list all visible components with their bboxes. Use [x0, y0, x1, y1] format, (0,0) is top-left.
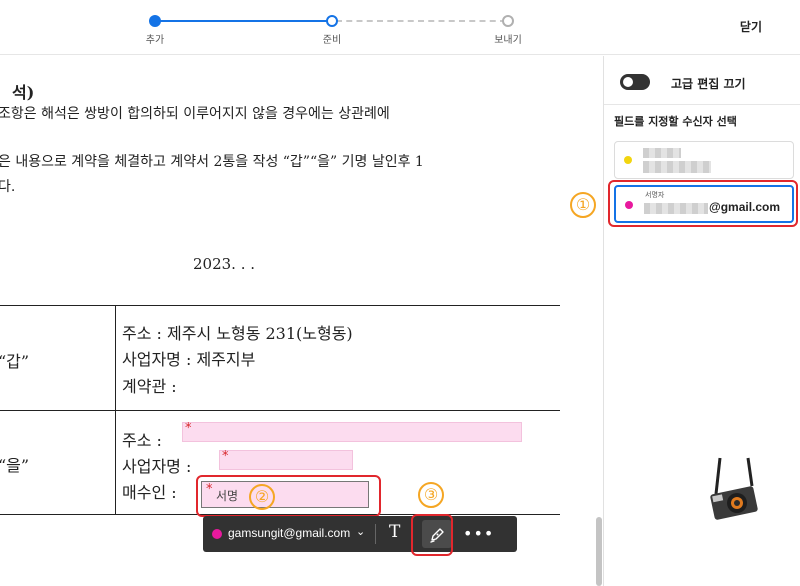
- chevron-down-icon[interactable]: ⌄: [356, 525, 365, 538]
- required-marker: *: [222, 449, 229, 464]
- camera-illustration: [710, 457, 758, 520]
- step-send-label[interactable]: 보내기: [478, 31, 538, 46]
- annotation-badge-2: ②: [249, 484, 275, 510]
- close-button[interactable]: 닫기: [740, 18, 762, 35]
- field-toolbar: gamsungit@gmail.com ⌄ T •••: [203, 516, 517, 552]
- step-prepare-dot[interactable]: [326, 15, 338, 27]
- required-marker: *: [185, 421, 192, 436]
- party-b-business-label: 사업자명 :: [122, 457, 192, 476]
- address-field[interactable]: *: [182, 421, 522, 442]
- doc-paragraph-line: 다.: [0, 179, 16, 195]
- more-options-icon[interactable]: •••: [463, 524, 494, 543]
- table-row-divider: [0, 410, 560, 411]
- step-add-dot[interactable]: [149, 15, 161, 27]
- recipients-heading: 필드를 지정할 수신자 선택: [614, 115, 737, 128]
- recipient-item[interactable]: [614, 141, 794, 179]
- right-panel: 고급 편집 끄기 필드를 지정할 수신자 선택 서명자 @gmail.com: [603, 56, 800, 586]
- annotation-badge-1: ①: [570, 192, 596, 218]
- step-add-label[interactable]: 추가: [125, 31, 185, 46]
- party-a-official: 계약관 :: [122, 377, 177, 396]
- advanced-edit-label: 고급 편집 끄기: [671, 77, 746, 91]
- signature-field-highlight: [196, 475, 381, 517]
- party-a-address: 주소 : 제주시 노형동 231(노형동): [122, 324, 353, 343]
- signature-tool-highlight: [411, 514, 453, 556]
- party-a-label: “갑”: [0, 352, 30, 371]
- table-column-divider: [115, 306, 116, 514]
- step-prepare-label[interactable]: 준비: [302, 31, 362, 46]
- doc-paragraph-line: 은 내용으로 계약을 체결하고 계약서 2통을 작성 “갑”“을” 기명 날인후…: [0, 154, 424, 170]
- panel-divider: [604, 104, 800, 105]
- recipient-color-dot: [624, 156, 632, 164]
- contract-date: 2023. . .: [193, 255, 256, 273]
- toggle-knob: [623, 77, 633, 87]
- annotation-badge-3: ③: [418, 482, 444, 508]
- recipient-highlight: [608, 180, 798, 227]
- party-b-address-label: 주소 :: [122, 431, 162, 450]
- business-name-field[interactable]: *: [219, 449, 353, 470]
- step-send-dot[interactable]: [502, 15, 514, 27]
- progress-track-complete: [155, 20, 331, 22]
- party-b-label: “을”: [0, 456, 30, 475]
- doc-heading: 석): [12, 83, 35, 102]
- advanced-edit-toggle[interactable]: [620, 74, 650, 90]
- redacted-name: [643, 148, 681, 158]
- progress-track-pending: [336, 20, 506, 22]
- recipient-color-dot: [212, 529, 222, 539]
- toolbar-divider: [375, 524, 376, 544]
- text-field-tool-icon[interactable]: T: [389, 522, 400, 542]
- top-bar: 추가 준비 보내기 닫기: [0, 0, 800, 55]
- recipient-selector[interactable]: gamsungit@gmail.com: [228, 526, 350, 540]
- redacted-email: [643, 161, 711, 173]
- doc-paragraph-line: 조항은 해석은 쌍방이 합의하되 이루어지지 않을 경우에는 상관례에: [0, 106, 390, 122]
- document-scrollbar[interactable]: [596, 517, 602, 586]
- party-b-buyer-label: 매수인 :: [122, 483, 177, 502]
- party-a-business: 사업자명 : 제주지부: [122, 350, 256, 369]
